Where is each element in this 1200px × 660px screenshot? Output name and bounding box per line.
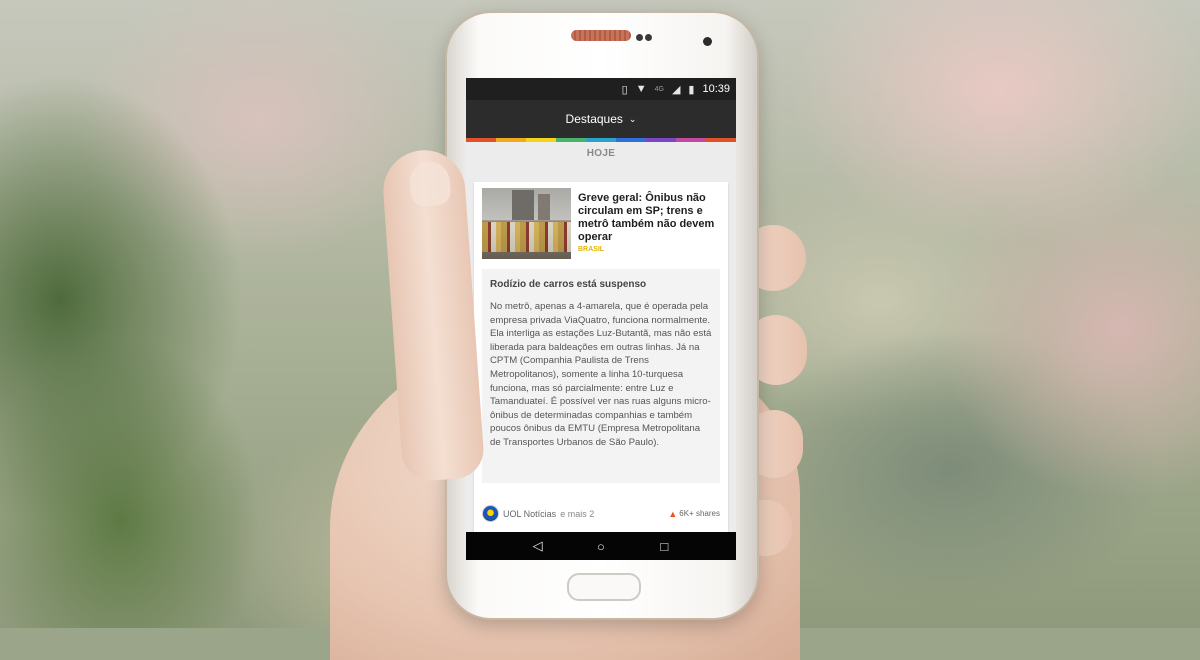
front-camera	[703, 37, 712, 46]
signal-icon: ◢	[671, 83, 681, 96]
proximity-sensor	[636, 34, 643, 41]
screen: ▯ ▼ 4G ◢ ▮ 10:39 Destaques ⌄ HOJE Greve …	[466, 78, 736, 560]
flame-icon: ▲	[668, 508, 678, 519]
section-title: Destaques	[565, 112, 623, 126]
color-segment	[616, 138, 646, 142]
color-segment	[466, 138, 496, 142]
source-attribution[interactable]: UOL Notícias e mais 2	[482, 505, 594, 522]
summary-title: Rodízio de carros está suspenso	[490, 279, 647, 290]
card-footer: UOL Notícias e mais 2 ▲ 6K+ shares	[482, 505, 720, 522]
phone: ▯ ▼ 4G ◢ ▮ 10:39 Destaques ⌄ HOJE Greve …	[447, 13, 757, 618]
clock: 10:39	[702, 83, 730, 95]
thumbnail-building	[512, 190, 534, 220]
source-avatar	[482, 505, 499, 522]
app-bar[interactable]: Destaques ⌄	[466, 100, 736, 138]
article-thumbnail[interactable]	[482, 188, 571, 259]
color-segment	[526, 138, 556, 142]
earpiece	[571, 30, 631, 41]
summary-body: No metrô, apenas a 4-amarela, que é oper…	[490, 301, 712, 448]
color-segment	[496, 138, 526, 142]
status-bar: ▯ ▼ 4G ◢ ▮ 10:39	[466, 78, 736, 100]
article-text: Greve geral: Ônibus não circulam em SP; …	[578, 188, 720, 259]
recents-icon[interactable]: □	[654, 539, 674, 554]
network-type: 4G	[654, 85, 664, 93]
article-headline[interactable]: Greve geral: Ônibus não circulam em SP; …	[578, 192, 720, 244]
color-segment	[556, 138, 586, 142]
light-sensor	[645, 34, 652, 41]
share-count: ▲ 6K+ shares	[668, 509, 720, 519]
share-count-text: 6K+ shares	[679, 509, 720, 518]
android-nav-bar: ◁ ○ □	[466, 532, 736, 560]
vibrate-icon: ▯	[621, 83, 628, 96]
source-name: UOL Notícias	[503, 508, 557, 519]
article-summary: Rodízio de carros está suspenso No metrô…	[482, 269, 720, 483]
category-color-strip	[466, 138, 736, 142]
home-icon[interactable]: ○	[591, 539, 611, 554]
chevron-down-icon[interactable]: ⌄	[629, 114, 637, 125]
article-category[interactable]: BRASIL	[578, 246, 720, 253]
wifi-icon: ▼	[635, 83, 647, 95]
back-icon[interactable]: ◁	[528, 538, 548, 554]
home-button[interactable]	[567, 573, 641, 601]
source-more: e mais 2	[560, 508, 595, 519]
news-card[interactable]: Greve geral: Ônibus não circulam em SP; …	[474, 182, 728, 532]
color-segment	[706, 138, 736, 142]
color-segment	[646, 138, 676, 142]
card-header[interactable]: Greve geral: Ônibus não circulam em SP; …	[474, 182, 728, 259]
battery-icon: ▮	[688, 83, 695, 96]
day-label: HOJE	[586, 148, 616, 159]
color-segment	[676, 138, 706, 142]
thumbnail-building	[538, 194, 550, 220]
color-segment	[586, 138, 616, 142]
